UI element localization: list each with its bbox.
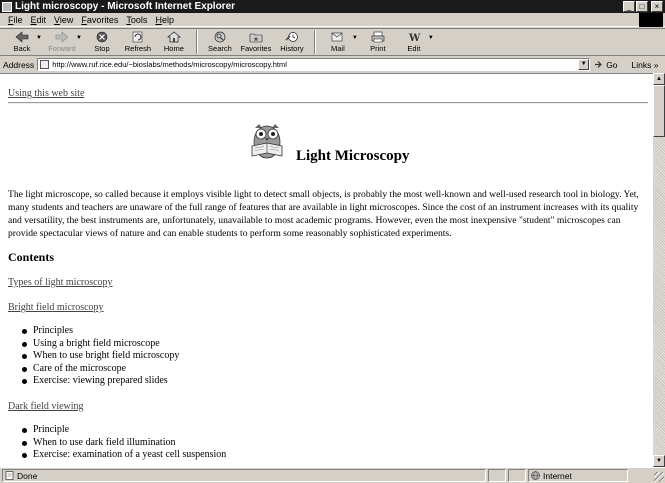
edit-dropdown-icon[interactable]: ▼ [428, 35, 434, 41]
owl-reading-book-logo [247, 122, 287, 160]
favorites-button[interactable]: Favorites [238, 29, 274, 55]
internet-globe-icon [531, 471, 540, 480]
search-button[interactable]: Search [202, 29, 238, 55]
go-arrow-icon [595, 61, 603, 68]
ie-logo-throbber [639, 13, 663, 27]
intro-paragraph: The light microscope, so called because … [8, 189, 639, 239]
address-dropdown-icon[interactable]: ▼ [578, 59, 590, 70]
refresh-icon [132, 31, 143, 43]
history-icon [285, 32, 298, 42]
forward-dropdown-icon[interactable]: ▼ [76, 35, 82, 41]
close-button[interactable]: × [651, 1, 663, 12]
list-item: Exercise: viewing prepared slides [20, 375, 179, 388]
security-zone-label: Internet [543, 470, 572, 481]
stop-button[interactable]: Stop [84, 29, 120, 55]
resize-grip[interactable] [654, 472, 664, 482]
edit-button[interactable]: W Edit [396, 29, 432, 55]
forward-arrow-icon [55, 31, 69, 43]
page-done-icon [5, 471, 14, 480]
list-item: Using a bright field microscope [20, 338, 179, 351]
dark-field-topic-list: Principle When to use dark field illumin… [20, 424, 226, 462]
history-button[interactable]: History [274, 29, 310, 55]
types-of-light-microscopy-link[interactable]: Types of light microscopy [8, 277, 113, 288]
print-button[interactable]: Print [360, 29, 396, 55]
horizontal-rule [8, 102, 648, 104]
back-button[interactable]: Back [4, 29, 40, 55]
stop-icon [96, 31, 108, 43]
security-zone-panel: Internet [528, 469, 628, 482]
mail-dropdown-icon[interactable]: ▼ [352, 35, 358, 41]
scroll-up-icon[interactable]: ▲ [653, 73, 665, 85]
toolbar-separator [313, 30, 316, 54]
mail-icon [331, 32, 343, 42]
window-title: Light microscopy - Microsoft Internet Ex… [15, 1, 236, 12]
dark-field-viewing-link[interactable]: Dark field viewing [8, 401, 84, 412]
status-panel-empty [488, 469, 506, 482]
address-label: Address [3, 59, 35, 70]
back-arrow-icon [15, 31, 29, 43]
printer-icon [371, 31, 385, 43]
menu-tools[interactable]: Tools [126, 15, 147, 25]
list-item: Principle [20, 424, 226, 437]
standard-toolbar: Back ▼ Forward ▼ Stop Refresh Home Searc… [0, 28, 665, 56]
menu-file[interactable]: File [8, 15, 23, 25]
edit-page-icon: W [408, 33, 421, 43]
menu-favorites[interactable]: Favorites [81, 15, 118, 25]
scroll-down-icon[interactable]: ▼ [653, 455, 665, 467]
forward-button[interactable]: Forward [44, 29, 80, 55]
window-controls: _ □ × [623, 1, 663, 12]
status-panel-empty [508, 469, 526, 482]
list-item: Exercise: examination of a yeast cell su… [20, 449, 226, 462]
menu-help[interactable]: Help [155, 15, 174, 25]
page-favicon-icon [40, 60, 50, 69]
home-button[interactable]: Home [156, 29, 192, 55]
using-this-site-link[interactable]: Using this web site [8, 88, 84, 99]
list-item: When to use dark field illumination [20, 437, 226, 450]
minimize-button[interactable]: _ [623, 1, 635, 12]
toolbar-separator [195, 30, 198, 54]
svg-text:W: W [408, 33, 421, 43]
vertical-scrollbar[interactable]: ▲ ▼ [653, 73, 665, 467]
address-bar: Address http://www.ruf.rice.edu/~bioslab… [0, 57, 665, 72]
ie-app-icon [2, 1, 12, 12]
menu-edit[interactable]: Edit [31, 15, 47, 25]
page-content[interactable]: Using this web site Light Microscopy The… [0, 73, 653, 467]
go-button[interactable]: Go [594, 60, 618, 70]
status-text: Done [17, 470, 38, 481]
bright-field-topic-list: Principles Using a bright field microsco… [20, 325, 179, 388]
address-url[interactable]: http://www.ruf.rice.edu/~bioslabs/method… [52, 60, 287, 69]
back-dropdown-icon[interactable]: ▼ [36, 35, 42, 41]
list-item: Care of the microscope [20, 363, 179, 376]
bright-field-microscopy-link[interactable]: Bright field microscopy [8, 302, 104, 313]
address-input[interactable]: http://www.ruf.rice.edu/~bioslabs/method… [37, 58, 591, 71]
status-text-panel: Done [2, 469, 486, 482]
refresh-button[interactable]: Refresh [120, 29, 156, 55]
links-button[interactable]: Links » [632, 60, 659, 70]
list-item: When to use bright field microscopy [20, 350, 179, 363]
scrollbar-thumb[interactable] [653, 85, 665, 137]
contents-heading: Contents [8, 250, 55, 264]
menu-view[interactable]: View [54, 15, 73, 25]
menu-bar: File Edit View Favorites Tools Help [0, 13, 665, 27]
status-bar: Done Internet [0, 467, 665, 483]
page-title: Light Microscopy [296, 148, 410, 164]
maximize-button[interactable]: □ [636, 1, 648, 12]
list-item: Principles [20, 325, 179, 338]
home-icon [166, 31, 181, 43]
mail-button[interactable]: Mail [320, 29, 356, 55]
favorites-folder-icon [249, 33, 263, 43]
title-bar: Light microscopy - Microsoft Internet Ex… [0, 0, 665, 13]
search-icon [214, 31, 226, 43]
